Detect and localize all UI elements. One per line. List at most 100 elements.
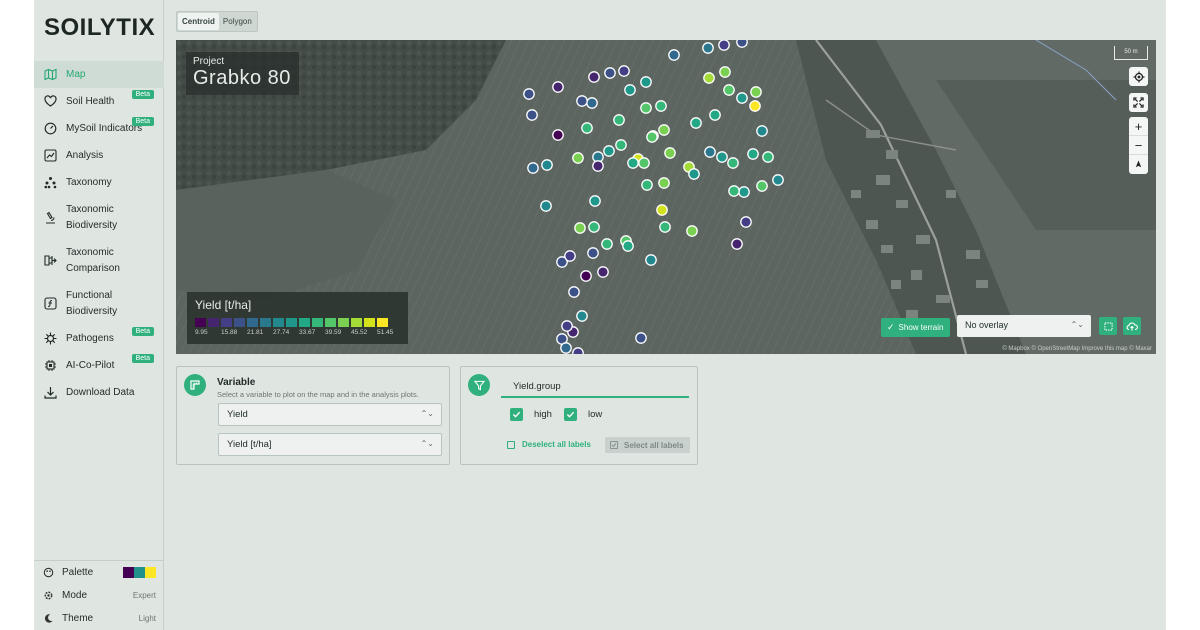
sample-point[interactable] — [756, 180, 768, 192]
sample-point[interactable] — [568, 286, 580, 298]
sample-point[interactable] — [615, 139, 627, 151]
sample-point[interactable] — [719, 66, 731, 78]
locate-button[interactable] — [1129, 67, 1148, 86]
sample-point[interactable] — [703, 72, 715, 84]
sample-point[interactable] — [640, 76, 652, 88]
sample-point[interactable] — [762, 151, 774, 163]
sample-point[interactable] — [564, 250, 576, 262]
sample-point[interactable] — [576, 310, 588, 322]
sample-point[interactable] — [736, 92, 748, 104]
tab-centroid[interactable]: Centroid — [178, 13, 219, 30]
sample-point[interactable] — [581, 122, 593, 134]
sample-point[interactable] — [627, 157, 639, 169]
sample-point[interactable] — [756, 125, 768, 137]
tab-yield-group[interactable]: Yield.group — [501, 374, 689, 398]
sample-point[interactable] — [588, 71, 600, 83]
sample-point[interactable] — [728, 185, 740, 197]
sample-point[interactable] — [587, 247, 599, 259]
sidebar-item-soil-health[interactable]: Soil Health Beta — [34, 88, 164, 115]
sample-point[interactable] — [750, 86, 762, 98]
sample-point[interactable] — [723, 84, 735, 96]
sample-point[interactable] — [618, 65, 630, 77]
sidebar-item-mysoil-indicators[interactable]: MySoil Indicators Beta — [34, 115, 164, 142]
sample-point[interactable] — [731, 238, 743, 250]
sample-point[interactable] — [560, 342, 572, 354]
sample-point[interactable] — [589, 195, 601, 207]
reset-north-button[interactable] — [1129, 155, 1148, 174]
sample-point[interactable] — [572, 347, 584, 354]
tab-polygon[interactable]: Polygon — [219, 13, 256, 30]
select-all-button[interactable]: Select all labels — [605, 437, 690, 453]
unit-select[interactable]: Yield [t/ha] ⌃⌄ — [218, 433, 442, 456]
zoom-out-button[interactable]: − — [1129, 136, 1148, 155]
sample-point[interactable] — [690, 117, 702, 129]
sample-point[interactable] — [597, 266, 609, 278]
sample-point[interactable] — [747, 148, 759, 160]
checkbox-low[interactable]: low — [564, 408, 602, 421]
sidebar-item-functional-biodiversity[interactable]: Functional Biodiversity — [34, 282, 164, 325]
sample-point[interactable] — [640, 102, 652, 114]
show-terrain-button[interactable]: ✓ Show terrain — [881, 318, 951, 337]
sample-point[interactable] — [635, 332, 647, 344]
mode-setting[interactable]: Mode Expert — [34, 584, 164, 607]
sample-point[interactable] — [659, 221, 671, 233]
sample-point[interactable] — [727, 157, 739, 169]
sample-point[interactable] — [704, 146, 716, 158]
sample-point[interactable] — [540, 200, 552, 212]
sample-point[interactable] — [740, 216, 752, 228]
sample-point[interactable] — [656, 204, 668, 216]
sample-point[interactable] — [645, 254, 657, 266]
sidebar-item-taxonomy[interactable]: Taxonomy — [34, 169, 164, 196]
sample-point[interactable] — [664, 147, 676, 159]
map-view[interactable]: Project Grabko 80 50 m + − Yield [t/ha] … — [176, 40, 1156, 354]
sidebar-item-download-data[interactable]: Download Data — [34, 379, 164, 406]
sample-point[interactable] — [638, 157, 650, 169]
sidebar-item-map[interactable]: Map — [34, 61, 164, 88]
palette-setting[interactable]: Palette — [34, 561, 164, 584]
sample-point[interactable] — [658, 177, 670, 189]
sample-point[interactable] — [688, 168, 700, 180]
sample-point[interactable] — [686, 225, 698, 237]
sample-point[interactable] — [646, 131, 658, 143]
upload-button[interactable] — [1123, 317, 1141, 335]
sample-point[interactable] — [702, 42, 714, 54]
sample-point[interactable] — [716, 151, 728, 163]
zoom-in-button[interactable]: + — [1129, 117, 1148, 136]
deselect-all-button[interactable]: Deselect all labels — [507, 440, 591, 449]
sample-point[interactable] — [527, 162, 539, 174]
sample-point[interactable] — [601, 238, 613, 250]
sample-point[interactable] — [574, 222, 586, 234]
sample-point[interactable] — [552, 81, 564, 93]
sample-point[interactable] — [523, 88, 535, 100]
variable-select[interactable]: Yield ⌃⌄ — [218, 403, 442, 426]
sample-point[interactable] — [603, 145, 615, 157]
sample-point[interactable] — [709, 109, 721, 121]
checkbox-high[interactable]: high — [510, 408, 552, 421]
sample-point[interactable] — [718, 40, 730, 51]
sample-point[interactable] — [580, 270, 592, 282]
sidebar-item-pathogens[interactable]: Pathogens Beta — [34, 325, 164, 352]
sidebar-item-analysis[interactable]: Analysis — [34, 142, 164, 169]
sample-point[interactable] — [588, 221, 600, 233]
overlay-select[interactable]: No overlay ⌃⌄ — [957, 315, 1091, 337]
sample-point[interactable] — [586, 97, 598, 109]
sample-point[interactable] — [552, 129, 564, 141]
sample-point[interactable] — [561, 320, 573, 332]
sample-point[interactable] — [668, 49, 680, 61]
sample-point[interactable] — [592, 160, 604, 172]
sample-point[interactable] — [736, 40, 748, 48]
sample-point[interactable] — [541, 159, 553, 171]
sample-point[interactable] — [738, 186, 750, 198]
sidebar-item-taxonomic-comparison[interactable]: Taxonomic Comparison — [34, 239, 164, 282]
sample-point[interactable] — [604, 67, 616, 79]
sample-point[interactable] — [526, 109, 538, 121]
sample-point[interactable] — [624, 84, 636, 96]
sample-point[interactable] — [613, 114, 625, 126]
sample-point[interactable] — [655, 100, 667, 112]
select-area-button[interactable] — [1099, 317, 1117, 335]
sample-point[interactable] — [749, 100, 761, 112]
sample-point[interactable] — [576, 95, 588, 107]
sidebar-item-taxonomic-biodiversity[interactable]: Taxonomic Biodiversity — [34, 196, 164, 239]
sample-point[interactable] — [641, 179, 653, 191]
sample-point[interactable] — [658, 124, 670, 136]
